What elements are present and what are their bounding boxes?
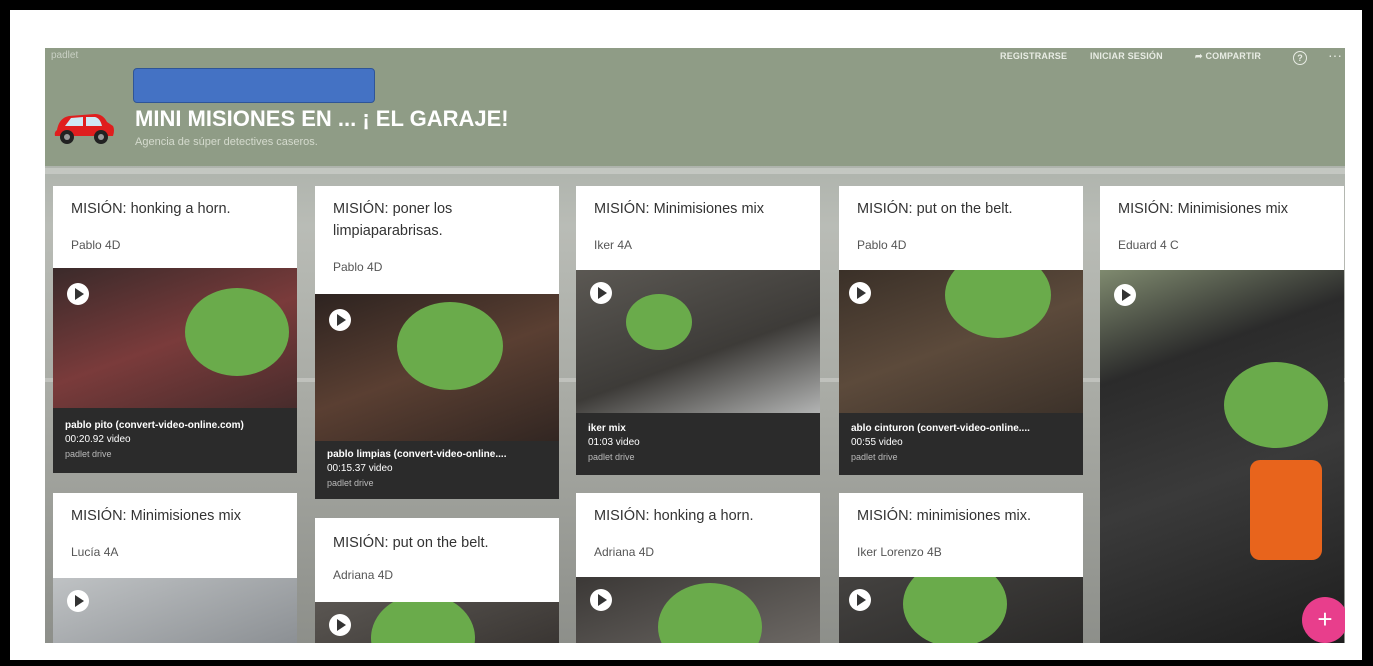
post-author: Adriana 4D (333, 568, 394, 582)
post-author: Pablo 4D (857, 238, 907, 252)
face-redaction (371, 602, 475, 643)
video-source: padlet drive (588, 452, 635, 462)
post-card[interactable]: MISIÓN: poner los limpiaparabrisas. Pabl… (315, 186, 559, 294)
share-label: COMPARTIR (1205, 51, 1262, 61)
play-icon[interactable] (590, 282, 612, 304)
post-card[interactable]: MISIÓN: Minimisiones mix Eduard 4 C (1100, 186, 1344, 270)
post-card[interactable]: MISIÓN: put on the belt. Adriana 4D (315, 518, 559, 602)
more-options-icon[interactable]: ··· (1328, 48, 1342, 63)
play-icon[interactable] (849, 282, 871, 304)
face-redaction (397, 302, 503, 390)
post-author: Eduard 4 C (1118, 238, 1179, 252)
board-subtitle: Agencia de súper detectives caseros. (135, 136, 318, 148)
post-card[interactable]: MISIÓN: Minimisiones mix Iker 4A (576, 186, 820, 270)
video-source: padlet drive (851, 452, 898, 462)
face-redaction (903, 577, 1007, 643)
face-redaction (626, 294, 692, 350)
help-icon[interactable]: ? (1293, 51, 1307, 65)
register-link[interactable]: REGISTRARSE (1000, 51, 1067, 61)
video-filename: ablo cinturon (convert-video-online.... (851, 423, 1030, 434)
post-title: MISIÓN: Minimisiones mix (71, 508, 241, 524)
video-attachment[interactable] (315, 602, 559, 643)
play-icon[interactable] (67, 590, 89, 612)
video-attachment[interactable] (839, 577, 1083, 643)
video-meta: pablo limpias (convert-video-online.... … (315, 441, 559, 499)
video-attachment[interactable]: ablo cinturon (convert-video-online.... … (839, 270, 1083, 475)
play-icon[interactable] (1114, 284, 1136, 306)
share-icon: ➦ (1195, 51, 1206, 61)
post-card[interactable]: MISIÓN: put on the belt. Pablo 4D (839, 186, 1083, 270)
padlet-board: padlet REGISTRARSE INICIAR SESIÓN ➦ COMP… (45, 48, 1345, 643)
face-redaction (1224, 362, 1328, 448)
car-icon (54, 114, 114, 144)
shirt-detail (1250, 460, 1322, 560)
post-title: MISIÓN: Minimisiones mix (594, 201, 764, 217)
play-icon[interactable] (67, 283, 89, 305)
post-title: MISIÓN: poner los limpiaparabrisas. (333, 201, 453, 239)
post-card[interactable]: MISIÓN: Minimisiones mix Lucía 4A (53, 493, 297, 578)
screenshot-frame: padlet REGISTRARSE INICIAR SESIÓN ➦ COMP… (10, 10, 1362, 660)
post-title: MISIÓN: honking a horn. (71, 201, 231, 217)
post-title: MISIÓN: Minimisiones mix (1118, 201, 1288, 217)
video-source: padlet drive (65, 449, 112, 459)
video-duration: 01:03 video (588, 437, 640, 448)
post-title: MISIÓN: honking a horn. (594, 508, 754, 524)
login-link[interactable]: INICIAR SESIÓN (1090, 51, 1163, 61)
video-attachment[interactable] (1100, 270, 1344, 643)
play-icon[interactable] (329, 614, 351, 636)
video-attachment[interactable]: pablo limpias (convert-video-online.... … (315, 294, 559, 499)
post-author: Adriana 4D (594, 545, 655, 559)
post-author: Pablo 4D (71, 238, 121, 252)
board-title: MINI MISIONES EN ... ¡ EL GARAJE! (135, 106, 509, 131)
share-button[interactable]: ➦ COMPARTIR (1195, 51, 1261, 62)
play-icon[interactable] (849, 589, 871, 611)
play-icon[interactable] (590, 589, 612, 611)
video-attachment[interactable]: pablo pito (convert-video-online.com) 00… (53, 268, 297, 473)
brand-logo[interactable]: padlet (51, 50, 78, 61)
video-filename: pablo pito (convert-video-online.com) (65, 420, 244, 431)
redaction-bar (133, 68, 375, 103)
video-duration: 00:55 video (851, 437, 903, 448)
board-header: padlet REGISTRARSE INICIAR SESIÓN ➦ COMP… (45, 48, 1345, 166)
video-filename: iker mix (588, 423, 626, 434)
post-title: MISIÓN: put on the belt. (333, 535, 489, 551)
video-meta: pablo pito (convert-video-online.com) 00… (53, 408, 297, 473)
video-attachment[interactable]: iker mix 01:03 video padlet drive (576, 270, 820, 475)
video-source: padlet drive (327, 478, 374, 488)
add-post-button[interactable]: + (1302, 597, 1345, 643)
post-card[interactable]: MISIÓN: honking a horn. Adriana 4D (576, 493, 820, 577)
post-title: MISIÓN: minimisiones mix. (857, 508, 1032, 524)
video-filename: pablo limpias (convert-video-online.... (327, 449, 507, 460)
post-author: Iker Lorenzo 4B (857, 545, 942, 559)
face-redaction (658, 583, 762, 643)
play-icon[interactable] (329, 309, 351, 331)
video-attachment[interactable] (53, 578, 297, 643)
post-title: MISIÓN: put on the belt. (857, 201, 1013, 217)
post-author: Pablo 4D (333, 260, 383, 274)
post-author: Lucía 4A (71, 545, 119, 559)
video-duration: 00:15.37 video (327, 463, 393, 474)
post-author: Iker 4A (594, 238, 633, 252)
post-card[interactable]: MISIÓN: honking a horn. Pablo 4D (53, 186, 297, 268)
face-redaction (945, 270, 1051, 338)
video-meta: iker mix 01:03 video padlet drive (576, 413, 820, 475)
video-duration: 00:20.92 video (65, 434, 131, 445)
video-attachment[interactable] (576, 577, 820, 643)
face-redaction (185, 288, 289, 376)
video-meta: ablo cinturon (convert-video-online.... … (839, 413, 1083, 475)
post-card[interactable]: MISIÓN: minimisiones mix. Iker Lorenzo 4… (839, 493, 1083, 577)
